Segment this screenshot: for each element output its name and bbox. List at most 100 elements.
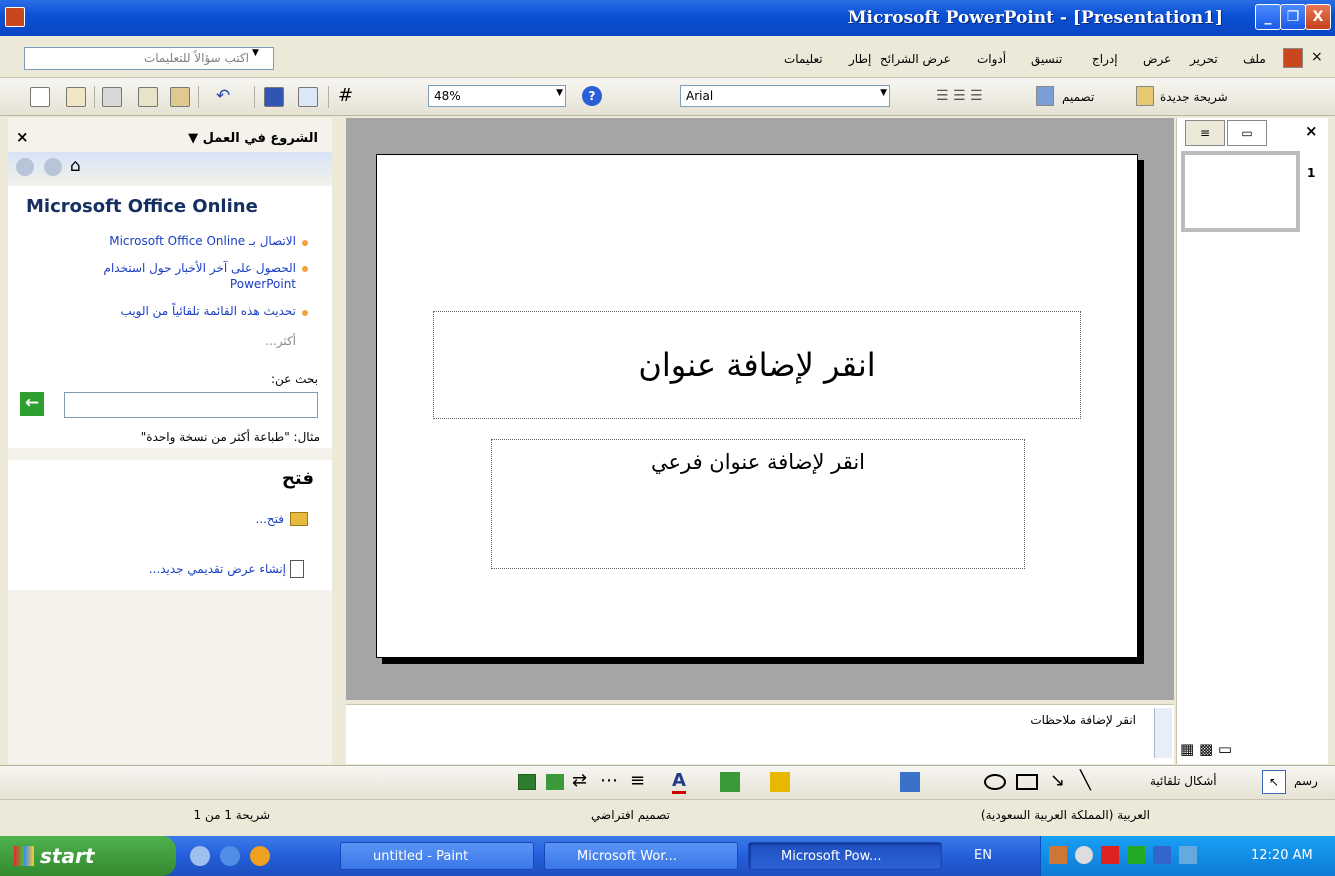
task-pane-header: الشروع في العمل ▼ (188, 131, 318, 146)
drawing-toolbar: رسم ↖ أشكال تلقائية ╲ ↘ A ≡ ⋯ ⇄ (0, 765, 1335, 799)
arrow-style-icon[interactable]: ⇄ (572, 770, 587, 791)
network-icon[interactable] (1049, 846, 1067, 864)
office-online-heading: Microsoft Office Online (26, 196, 258, 217)
paste-icon[interactable] (170, 87, 190, 107)
forward-icon[interactable] (44, 158, 62, 176)
insert-table-icon[interactable] (298, 87, 318, 107)
link-powerpoint-news[interactable]: الحصول على آخر الأخبار حول استخدام Power… (68, 260, 296, 292)
menu-view[interactable]: عرض (1143, 52, 1171, 66)
slides-tab[interactable]: ▭ (1227, 120, 1267, 146)
task-pane-title[interactable]: الشروع في العمل (203, 131, 318, 146)
copy-icon[interactable] (138, 87, 158, 107)
windows-logo-icon (14, 846, 34, 866)
design-button[interactable]: تصميم (1062, 90, 1094, 104)
arrow-icon[interactable]: ↘ (1050, 770, 1065, 791)
print-icon[interactable] (102, 87, 122, 107)
autoshapes-button[interactable]: أشكال تلقائية (1150, 774, 1217, 788)
rectangle-icon[interactable] (1016, 774, 1038, 790)
select-pointer-icon[interactable]: ↖ (1262, 770, 1286, 794)
line-icon[interactable]: ╲ (1080, 770, 1091, 791)
quicklaunch-icon-1[interactable] (190, 846, 210, 866)
notes-placeholder[interactable]: انقر لإضافة ملاحظات (806, 713, 1136, 727)
more-link[interactable]: أكثر... (198, 334, 296, 348)
wordart-icon[interactable] (900, 772, 920, 792)
new-presentation-link[interactable]: إنشاء عرض تقديمي جديد... (58, 562, 286, 576)
tray-icon-4[interactable] (1127, 846, 1145, 864)
zoom-select[interactable]: 48% ▼ (428, 85, 566, 107)
shadow-icon[interactable] (546, 774, 564, 790)
line-style-icon[interactable]: ≡ (630, 770, 645, 791)
slide-thumbnail[interactable] (1181, 151, 1300, 232)
help-dropdown-icon[interactable]: ▼ (252, 48, 259, 58)
chevron-down-icon[interactable]: ▼ (556, 88, 563, 98)
slide-canvas[interactable]: انقر لإضافة عنوان انقر لإضافة عنوان فرعي (376, 154, 1138, 658)
slides-pane-close[interactable]: × (1305, 122, 1318, 140)
menu-help[interactable]: تعليمات (784, 52, 823, 66)
task-powerpoint[interactable]: Microsoft Pow... (748, 842, 942, 870)
draw-menu-button[interactable]: رسم (1294, 774, 1318, 788)
undo-icon[interactable]: ↶ (216, 86, 230, 106)
new-file-icon[interactable] (30, 87, 50, 107)
document-icon[interactable] (1283, 48, 1303, 68)
fill-color-icon[interactable] (770, 772, 790, 792)
subtitle-placeholder[interactable]: انقر لإضافة عنوان فرعي (491, 439, 1025, 569)
menu-slide-show[interactable]: عرض الشرائح (880, 52, 951, 66)
font-value: Arial (686, 89, 714, 103)
search-go-icon[interactable]: ← (20, 392, 44, 416)
chevron-down-icon[interactable]: ▼ (880, 88, 887, 98)
window-title: Microsoft PowerPoint - [Presentation1] (847, 8, 1223, 28)
open-link[interactable]: فتح... (198, 512, 284, 526)
start-button[interactable]: start (0, 836, 176, 876)
menu-edit[interactable]: تحرير (1190, 52, 1218, 66)
home-icon[interactable]: ⌂ (70, 156, 81, 176)
status-slide-info: شريحة 1 من 1 (193, 808, 271, 822)
new-slide-icon[interactable] (1136, 86, 1154, 106)
task-word[interactable]: Microsoft Wor... (544, 842, 738, 870)
dash-style-icon[interactable]: ⋯ (600, 770, 618, 791)
language-indicator[interactable]: EN (974, 848, 992, 863)
status-design-name: تصميم افتراضي (591, 808, 670, 822)
tray-icon-5[interactable] (1153, 846, 1171, 864)
help-icon[interactable]: ? (582, 86, 602, 106)
line-color-icon[interactable] (720, 772, 740, 792)
menu-window[interactable]: إطار (849, 52, 871, 66)
link-connect-office-online[interactable]: الاتصال بـ Microsoft Office Online (26, 234, 296, 248)
close-button[interactable]: X (1305, 4, 1331, 30)
menu-tools[interactable]: أدوات (977, 52, 1006, 66)
grid-icon[interactable]: # (338, 85, 353, 106)
help-question-box[interactable]: اكتب سؤالاً للتعليمات (24, 47, 274, 70)
font-select[interactable]: Arial ▼ (680, 85, 890, 107)
insert-chart-icon[interactable] (264, 87, 284, 107)
app-icon[interactable] (5, 7, 25, 27)
search-input[interactable] (64, 392, 318, 418)
new-slide-button[interactable]: شريحة جديدة (1160, 90, 1228, 104)
task-pane-close[interactable]: × (16, 128, 29, 146)
print-preview-icon[interactable] (66, 87, 86, 107)
minimize-button[interactable]: _ (1255, 4, 1281, 30)
link-auto-update[interactable]: تحديث هذه القائمة تلقائياً من الويب (14, 304, 296, 318)
task-paint[interactable]: untitled - Paint (340, 842, 534, 870)
menu-insert[interactable]: إدراج (1092, 52, 1118, 66)
tray-icon-3[interactable] (1101, 846, 1119, 864)
new-document-icon (290, 560, 304, 578)
3d-icon[interactable] (518, 774, 536, 790)
oval-icon[interactable] (984, 774, 1006, 790)
tray-icon-2[interactable] (1075, 846, 1093, 864)
media-icon[interactable] (250, 846, 270, 866)
tray-icon-6[interactable] (1179, 846, 1197, 864)
restore-button[interactable]: ❐ (1280, 4, 1306, 30)
design-icon[interactable] (1036, 86, 1054, 106)
align-icons[interactable]: ☰ ☰ ☰ (936, 88, 983, 104)
back-icon[interactable] (16, 158, 34, 176)
ie-icon[interactable] (220, 846, 240, 866)
font-color-icon[interactable]: A (672, 770, 686, 794)
menu-file[interactable]: ملف (1243, 52, 1266, 66)
menu-format[interactable]: تنسيق (1031, 52, 1062, 66)
menu-close-button[interactable]: × (1311, 49, 1323, 65)
title-placeholder[interactable]: انقر لإضافة عنوان (433, 311, 1081, 419)
status-bar: شريحة 1 من 1 تصميم افتراضي العربية (المم… (0, 799, 1335, 830)
view-buttons[interactable]: ▦ ▩ ▭ (1180, 740, 1232, 758)
notes-scrollbar[interactable] (1154, 708, 1172, 758)
notes-pane[interactable]: انقر لإضافة ملاحظات (346, 704, 1174, 764)
outline-tab[interactable]: ≡ (1185, 120, 1225, 146)
